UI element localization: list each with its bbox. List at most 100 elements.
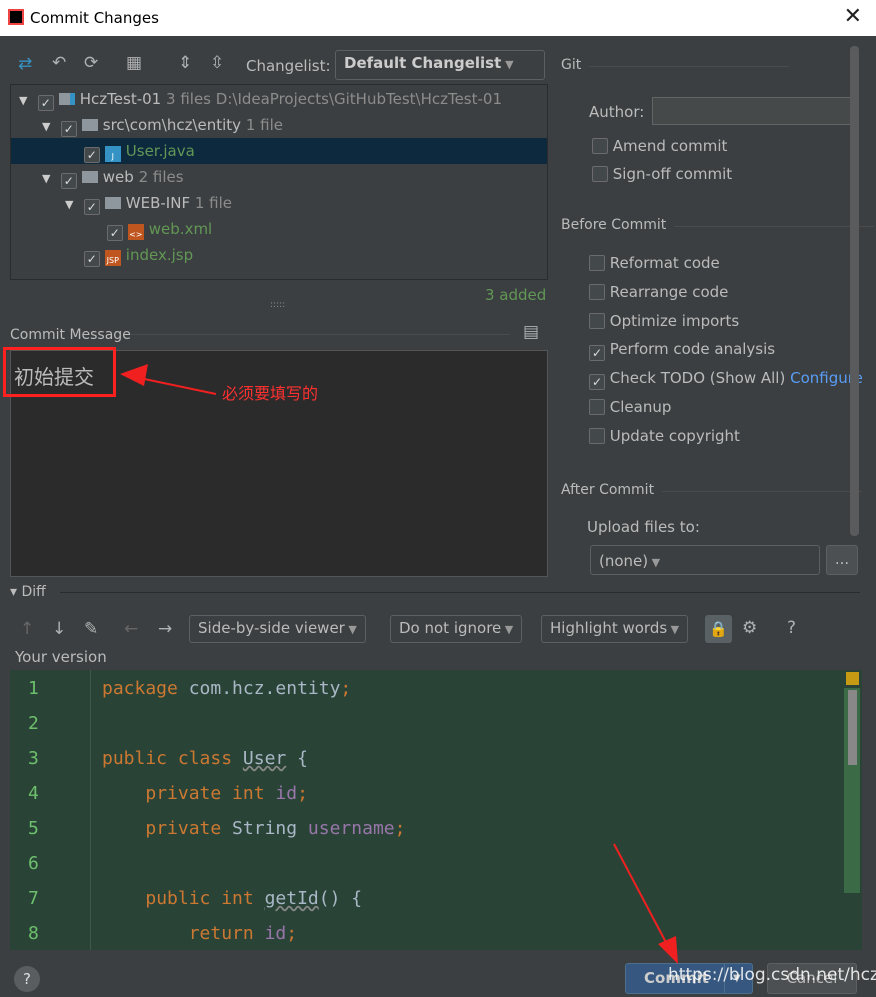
expand-arrow-icon[interactable]: ▼ (42, 114, 56, 140)
upload-dropdown[interactable]: (none) (590, 545, 820, 575)
checkbox[interactable] (589, 399, 605, 415)
project-path: D:\IdeaProjects\GitHubTest\HczTest-01 (215, 90, 503, 108)
line-number: 4 (28, 783, 39, 804)
edit-icon[interactable]: ✎ (84, 619, 98, 639)
next-file-icon[interactable]: → (158, 619, 172, 639)
before-commit-option[interactable]: Update copyright (589, 427, 740, 445)
tree-row[interactable]: ▼ ✓ src\com\hcz\entity 1 file (11, 112, 547, 138)
before-commit-option[interactable]: Cleanup (589, 398, 671, 416)
annotation-arrow (613, 843, 678, 964)
tree-item-name: index.jsp (125, 246, 194, 264)
expand-arrow-icon[interactable]: ▼ (42, 166, 56, 192)
folder-icon (81, 119, 98, 131)
before-commit-option[interactable]: Reformat code (589, 254, 720, 272)
code-line: public class User { (102, 748, 308, 769)
java-file-icon: J (104, 146, 121, 162)
after-commit-section: After Commit (561, 482, 863, 498)
next-diff-icon[interactable]: ↓ (52, 619, 66, 639)
changelist-dropdown[interactable]: Default Changelist (335, 50, 545, 80)
author-input[interactable] (652, 97, 854, 125)
ignore-dropdown[interactable]: Do not ignore (390, 615, 523, 643)
file-count: 2 files (138, 168, 184, 186)
line-number: 6 (28, 853, 39, 874)
file-count: 1 file (245, 116, 283, 134)
tree-row[interactable]: ▼ ✓ WEB-INF 1 file (11, 190, 547, 216)
tree-row[interactable]: ✓ JSP index.jsp (11, 242, 547, 268)
include-checkbox[interactable]: ✓ (37, 95, 54, 111)
checkbox[interactable] (589, 312, 605, 329)
author-label: Author: (589, 103, 645, 121)
checkbox[interactable]: ✓ (589, 345, 605, 362)
tree-item-name: src\com\hcz\entity (102, 116, 242, 134)
include-checkbox[interactable]: ✓ (83, 147, 100, 163)
splitter-handle[interactable]: ::::: (270, 300, 285, 310)
checkbox[interactable] (589, 427, 605, 444)
tree-item-name: web.xml (148, 220, 213, 238)
highlight-dropdown[interactable]: Highlight words (541, 615, 689, 643)
right-scrollbar[interactable] (850, 46, 859, 536)
before-commit-option[interactable]: ✓ Perform code analysis (589, 340, 775, 362)
viewer-dropdown[interactable]: Side-by-side viewer (189, 615, 366, 643)
tree-row[interactable]: ▼ ✓ HczTest-01 3 files D:\IdeaProjects\Gi… (11, 86, 547, 112)
include-checkbox[interactable]: ✓ (60, 173, 77, 189)
line-number: 8 (28, 923, 39, 944)
changelist-value: Default Changelist (344, 54, 502, 72)
help-button[interactable]: ? (14, 966, 40, 992)
prev-file-icon[interactable]: ← (124, 619, 138, 639)
folder-icon (81, 171, 98, 183)
message-history-icon[interactable]: ▤ (523, 322, 539, 342)
line-number: 3 (28, 748, 39, 769)
show-diff-icon[interactable]: ⇄ (18, 54, 32, 74)
lock-icon[interactable]: 🔒 (705, 615, 732, 643)
include-checkbox[interactable]: ✓ (83, 199, 100, 215)
signoff-commit-checkbox[interactable]: Sign-off commit (592, 165, 732, 183)
amend-commit-checkbox[interactable]: Amend commit (592, 137, 727, 155)
before-commit-option[interactable]: ✓ Check TODO (Show All) Configure (589, 369, 863, 391)
group-by-icon[interactable]: ▦ (126, 53, 142, 73)
prev-diff-icon[interactable]: ↑ (20, 619, 34, 639)
tree-item-name: HczTest-01 (79, 90, 162, 108)
expand-all-icon[interactable]: ⇕ (178, 53, 192, 73)
tree-item-name: web (102, 168, 134, 186)
tree-item-name: WEB-INF (125, 194, 191, 212)
rollback-icon[interactable]: ↶ (52, 53, 66, 73)
tree-row[interactable]: ✓ <> web.xml (11, 216, 547, 242)
git-section: Git (561, 57, 792, 73)
line-number: 1 (28, 678, 39, 699)
before-commit-option[interactable]: Rearrange code (589, 283, 728, 301)
checkbox[interactable]: ✓ (589, 374, 605, 391)
watermark: https://blog.csdn.net/hcz666 (668, 965, 876, 985)
expand-arrow-icon[interactable]: ▼ (65, 192, 79, 218)
help-icon[interactable]: ? (787, 618, 796, 638)
refresh-icon[interactable]: ⟳ (84, 53, 98, 73)
before-commit-section: Before Commit (561, 217, 875, 233)
browse-button[interactable]: ... (826, 545, 858, 575)
diff-toggle[interactable]: ▾ Diff (10, 584, 46, 600)
status-marker (846, 672, 859, 685)
include-checkbox[interactable]: ✓ (60, 121, 77, 137)
code-line: package com.hcz.entity; (102, 678, 352, 699)
code-line: private String username; (145, 818, 406, 839)
include-checkbox[interactable]: ✓ (106, 225, 123, 241)
code-line: return id; (188, 923, 298, 944)
tree-item-name: User.java (125, 142, 195, 160)
before-commit-option[interactable]: Optimize imports (589, 312, 739, 330)
summary-text: 3 added (485, 286, 547, 304)
editor-scrollbar[interactable] (844, 688, 860, 893)
expand-arrow-icon[interactable]: ▼ (19, 88, 33, 114)
include-checkbox[interactable]: ✓ (83, 251, 100, 267)
gear-icon[interactable]: ⚙ (742, 618, 757, 638)
code-line: private int id; (145, 783, 308, 804)
line-number: 2 (28, 713, 39, 734)
jsp-file-icon: JSP (104, 250, 121, 266)
diff-editor[interactable]: 1 package com.hcz.entity; 2 3 public class U… (10, 670, 862, 950)
tree-row[interactable]: ▼ ✓ web 2 files (11, 164, 547, 190)
tree-row[interactable]: ✓ J User.java (11, 138, 547, 164)
intellij-logo-icon (8, 9, 24, 25)
file-count: 3 files (166, 90, 211, 108)
your-version-label: Your version (15, 648, 107, 666)
checkbox[interactable] (589, 283, 605, 300)
collapse-all-icon[interactable]: ⇳ (210, 53, 224, 73)
checkbox[interactable] (589, 255, 605, 271)
close-icon[interactable]: ✕ (844, 4, 862, 29)
